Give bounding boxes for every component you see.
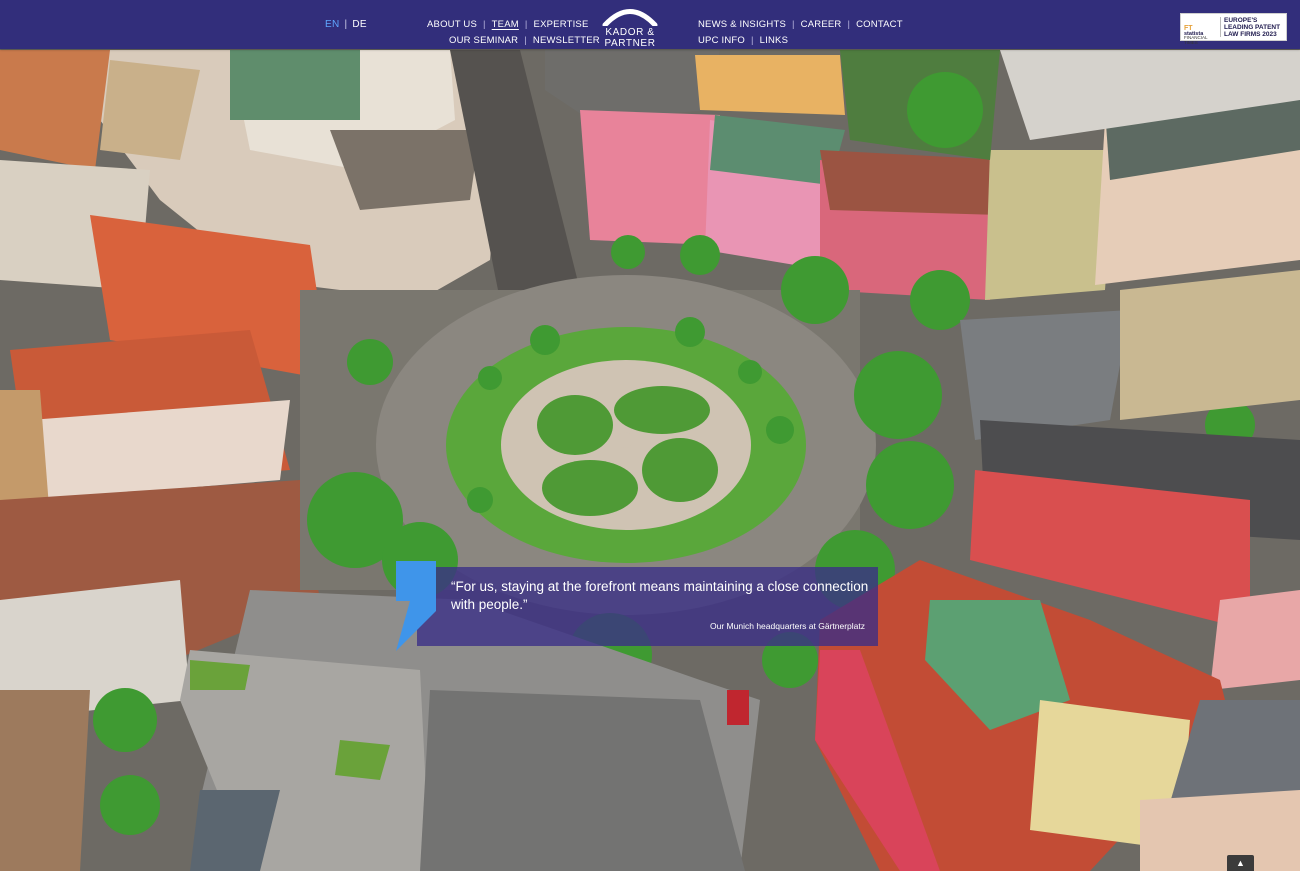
nav-contact[interactable]: CONTACT — [856, 19, 903, 30]
ft-leading-law-firms-badge[interactable]: FT FINANCIAL TIMES statista EUROPE'S LEA… — [1180, 13, 1287, 45]
nav-links[interactable]: LINKS — [760, 35, 788, 46]
language-switcher: EN | DE — [325, 19, 367, 30]
lang-en-link[interactable]: EN — [325, 19, 340, 30]
badge-line-3: LAW FIRMS 2023 — [1224, 31, 1277, 38]
main-nav-right-bottom: UPC INFO | LINKS — [698, 35, 788, 46]
nav-separator: | — [524, 19, 528, 30]
kador-partner-logo[interactable]: KADOR & PARTNER — [580, 6, 680, 49]
main-nav-left-bottom: OUR SEMINAR | NEWSLETTER — [449, 35, 600, 46]
nav-news-insights[interactable]: NEWS & INSIGHTS — [698, 19, 786, 30]
main-nav-left-top: ABOUT US | TEAM | EXPERTISE — [427, 19, 589, 30]
nav-separator: | — [791, 19, 795, 30]
quote-caption: Our Munich headquarters at Gärtnerplatz — [710, 621, 865, 631]
statista-mark: statista — [1184, 31, 1204, 37]
nav-separator: | — [751, 35, 754, 46]
quote-panel: “For us, staying at the forefront means … — [417, 567, 878, 646]
nav-team[interactable]: TEAM — [492, 19, 519, 30]
badge-line-1: EUROPE'S — [1224, 17, 1258, 24]
chevron-up-icon: ▲ — [1236, 858, 1245, 868]
hero-aerial-photo — [0, 0, 1300, 871]
nav-our-seminar[interactable]: OUR SEMINAR — [449, 35, 518, 46]
lang-de-link[interactable]: DE — [352, 19, 367, 30]
quote-mark-icon — [396, 561, 436, 651]
nav-career[interactable]: CAREER — [801, 19, 842, 30]
ft-badge-logo: FT FINANCIAL TIMES statista — [1184, 17, 1221, 45]
main-nav-right-top: NEWS & INSIGHTS | CAREER | CONTACT — [698, 19, 903, 30]
nav-separator: | — [483, 19, 486, 30]
logo-text: KADOR & PARTNER — [604, 27, 656, 49]
logo-arc-icon — [602, 9, 658, 26]
nav-separator: | — [524, 35, 527, 46]
quote-text: “For us, staying at the forefront means … — [451, 579, 869, 612]
nav-about-us[interactable]: ABOUT US — [427, 19, 477, 30]
scroll-to-top-button[interactable]: ▲ — [1227, 855, 1254, 871]
ft-small-2: TIMES — [1184, 40, 1198, 45]
lang-separator: | — [344, 19, 348, 30]
site-header: EN | DE ABOUT US | TEAM | EXPERTISE OUR SEMINA… — [0, 0, 1300, 49]
nav-separator: | — [847, 19, 851, 30]
nav-upc-info[interactable]: UPC INFO — [698, 35, 745, 46]
badge-line-2: LEADING PATENT — [1224, 24, 1281, 31]
ft-badge-text: EUROPE'S LEADING PATENT LAW FIRMS 2023 — [1224, 17, 1280, 38]
